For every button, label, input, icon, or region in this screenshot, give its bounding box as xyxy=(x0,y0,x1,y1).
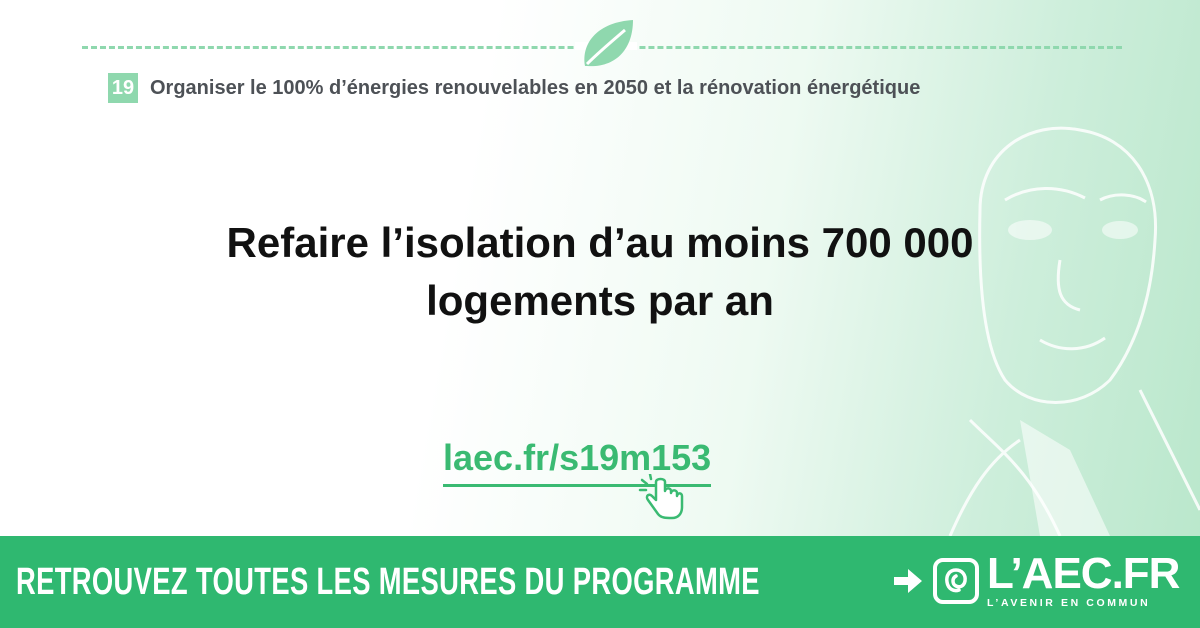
topic-number-badge: 19 xyxy=(108,73,138,103)
topic-header: 19 Organiser le 100% d’énergies renouvel… xyxy=(108,73,920,103)
headline-line-2: logements par an xyxy=(426,277,774,324)
leaf-icon xyxy=(575,20,637,67)
logo-subtitle: L’AVENIR EN COMMUN xyxy=(987,597,1151,609)
headline: Refaire l’isolation d’au moins 700 000 l… xyxy=(100,214,1100,330)
banner-text: RETROUVEZ TOUTES LES MESURES DU PROGRAMM… xyxy=(16,560,760,603)
topic-title: Organiser le 100% d’énergies renouvelabl… xyxy=(150,76,921,99)
logo-title: L’AEC.FR xyxy=(987,549,1180,598)
laec-logo-icon xyxy=(933,558,979,604)
headline-line-1: Refaire l’isolation d’au moins 700 000 xyxy=(226,219,974,266)
arrow-right-icon xyxy=(894,569,922,593)
logo-text: L’AEC.FR L’AVENIR EN COMMUN xyxy=(987,549,1180,610)
laec-logo[interactable]: L’AEC.FR L’AVENIR EN COMMUN xyxy=(933,549,1180,610)
click-hand-icon xyxy=(638,474,684,520)
